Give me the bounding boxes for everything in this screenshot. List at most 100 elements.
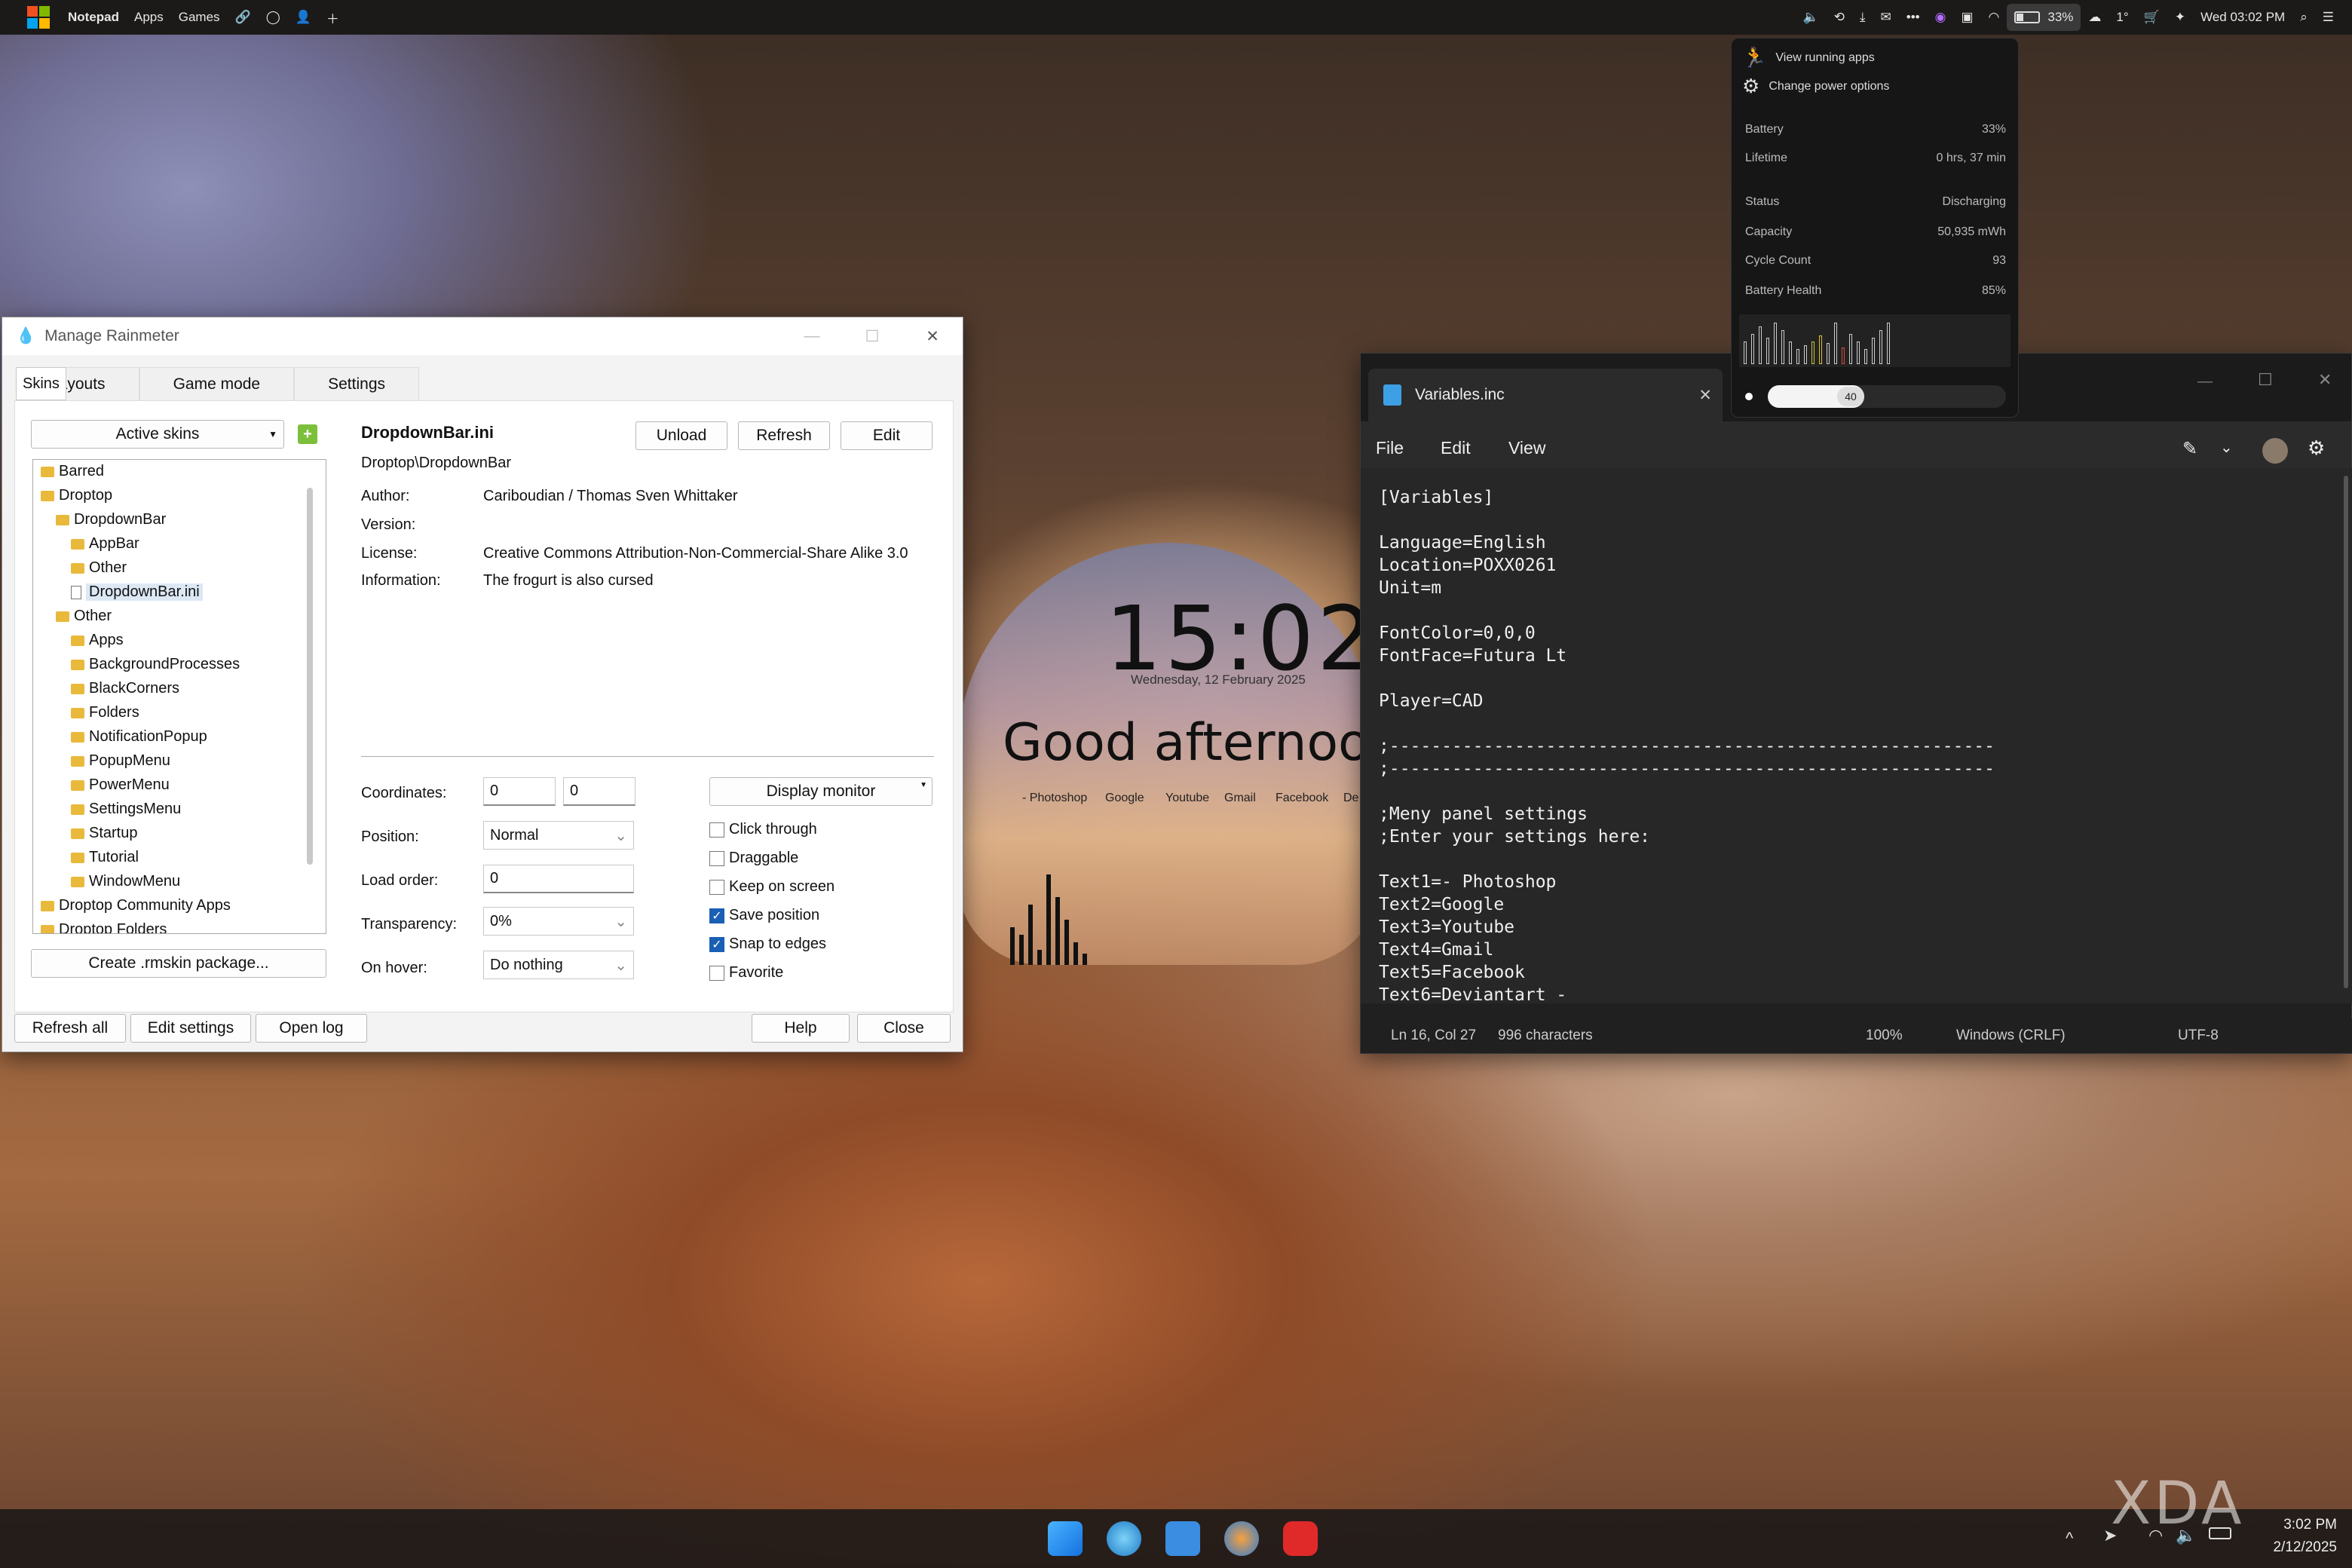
editor-content[interactable]: [Variables] Language=English Location=PO… [1379,486,1995,1006]
close-button[interactable]: Close [857,1014,951,1043]
quick-link-google[interactable]: Google [1105,792,1144,805]
line-endings[interactable]: Windows (CRLF) [1956,1027,2066,1044]
tree-folder[interactable]: Droptop Folders [41,921,167,933]
quick-link-deviantart[interactable]: De [1343,792,1358,805]
checkbox-box[interactable] [709,879,724,895]
tree-file[interactable]: DropdownBar.ini [71,583,203,601]
tree-scrollbar[interactable] [307,488,313,865]
checkbox-box[interactable] [709,822,724,838]
tree-folder[interactable]: Barred [41,463,104,480]
cloud-icon[interactable]: ☁ [2081,0,2109,35]
help-button[interactable]: Help [752,1014,850,1043]
rainmeter-taskbar-icon[interactable] [1224,1521,1259,1556]
coord-x-input[interactable]: 0 [483,777,556,806]
chevron-up-icon[interactable]: ^ [2066,1529,2073,1548]
transparency-select[interactable]: 0% ⌄ [483,907,634,936]
tree-folder[interactable]: AppBar [71,535,139,553]
close-window-button[interactable]: ✕ [902,327,963,346]
checkbox-box[interactable]: ✓ [709,936,724,952]
quick-link-photoshop[interactable]: - Photoshop [1022,792,1087,805]
menu-edit[interactable]: Edit [1441,438,1471,458]
keep-on-screen-checkbox[interactable]: Keep on screen [709,878,835,896]
display-monitor-button[interactable]: Display monitor ▼ [709,777,933,806]
position-select[interactable]: Normal ⌄ [483,821,634,850]
maximize-button[interactable]: ☐ [2258,370,2273,390]
menu-view[interactable]: View [1508,438,1545,458]
tree-folder[interactable]: Folders [71,704,139,721]
avatar[interactable] [2262,438,2288,464]
create-rmskin-button[interactable]: Create .rmskin package... [31,949,326,978]
tree-folder[interactable]: Tutorial [71,849,139,866]
menu-games[interactable]: Games [171,0,228,35]
maximize-button[interactable]: ☐ [842,327,902,346]
on-hover-select[interactable]: Do nothing ⌄ [483,951,634,979]
change-power-options-item[interactable]: ⚙ Change power options [1742,75,1889,98]
unload-button[interactable]: Unload [635,421,727,450]
start-button[interactable] [1048,1521,1083,1556]
tree-folder[interactable]: Droptop Community Apps [41,897,231,914]
load-order-input[interactable]: 0 [483,865,634,893]
tree-folder[interactable]: SettingsMenu [71,801,181,818]
close-tab-icon[interactable]: ✕ [1698,386,1712,405]
tab-skins[interactable]: Skins [16,367,66,400]
tree-folder[interactable]: PowerMenu [71,776,170,794]
chevron-down-icon[interactable]: ⌄ [2220,438,2233,457]
quick-link-gmail[interactable]: Gmail [1224,792,1256,805]
taskbar-clock[interactable]: 3:02 PM 2/12/2025 [2254,1517,2337,1556]
encoding[interactable]: UTF-8 [2178,1027,2219,1044]
tree-folder[interactable]: Other [56,608,112,625]
active-app-name[interactable]: Notepad [60,0,127,35]
more-icon[interactable]: ••• [1899,0,1928,35]
tree-folder[interactable]: NotificationPopup [71,728,207,746]
refresh-all-button[interactable]: Refresh all [14,1014,126,1043]
tree-folder[interactable]: Apps [71,632,124,649]
tab-settings[interactable]: Settings [294,367,420,400]
tree-folder[interactable]: PopupMenu [71,752,170,770]
search-icon[interactable]: ⌕ [2292,0,2315,35]
menu-apps[interactable]: Apps [127,0,171,35]
notepad-taskbar-icon[interactable] [1165,1521,1200,1556]
history-icon[interactable]: ⟲ [1827,0,1852,35]
weather-temp[interactable]: 1° [2109,0,2136,35]
refresh-button[interactable]: Refresh [738,421,830,450]
circle-icon[interactable]: ◯ [259,0,288,35]
tree-folder[interactable]: DropdownBar [56,511,166,528]
draggable-checkbox[interactable]: Draggable [709,850,798,867]
open-log-button[interactable]: Open log [256,1014,367,1043]
checkbox-box[interactable] [709,850,724,866]
clock-date[interactable]: Wed 03:02 PM [2193,0,2292,35]
menu-icon[interactable]: ☰ [2315,0,2341,35]
zoom-level[interactable]: 100% [1866,1027,1903,1044]
tree-folder[interactable]: BackgroundProcesses [71,656,240,673]
user-icon[interactable]: 👤 [288,0,319,35]
edit-button[interactable]: Edit [841,421,933,450]
gear-icon[interactable]: ⚙ [2308,436,2325,460]
save-position-checkbox[interactable]: ✓ Save position [709,907,819,924]
tree-folder[interactable]: BlackCorners [71,680,179,697]
minimize-button[interactable]: — [782,327,842,345]
active-skins-dropdown[interactable]: Active skins ▼ [31,420,284,449]
view-running-apps-item[interactable]: 🏃 View running apps [1742,46,1875,69]
add-skin-icon[interactable]: + [298,424,317,444]
cart-icon[interactable]: 🛒 [2136,0,2167,35]
copilot-icon[interactable]: ✎ [2182,438,2197,460]
mail-icon[interactable]: ✉ [1873,0,1899,35]
click-through-checkbox[interactable]: Click through [709,821,817,838]
battery-indicator[interactable]: 33% [2007,4,2081,31]
tree-folder[interactable]: Startup [71,825,137,842]
close-window-button[interactable]: ✕ [2318,370,2332,390]
browser-icon[interactable] [1107,1521,1141,1556]
menu-file[interactable]: File [1376,438,1404,458]
text-editor-area[interactable]: [Variables] Language=English Location=PO… [1361,468,2352,1006]
windows-logo-icon[interactable] [27,6,50,29]
favorite-checkbox[interactable]: Favorite [709,964,783,982]
coord-y-input[interactable]: 0 [563,777,635,806]
checkbox-box[interactable]: ✓ [709,908,724,923]
checkbox-box[interactable] [709,965,724,981]
quick-link-youtube[interactable]: Youtube [1165,792,1209,805]
tree-folder[interactable]: Droptop [41,487,112,504]
edit-settings-button[interactable]: Edit settings [130,1014,251,1043]
volume-icon[interactable]: 🔈 [1796,0,1827,35]
download-icon[interactable]: ⤓ [1852,0,1873,35]
editor-scrollbar[interactable] [2344,476,2348,988]
